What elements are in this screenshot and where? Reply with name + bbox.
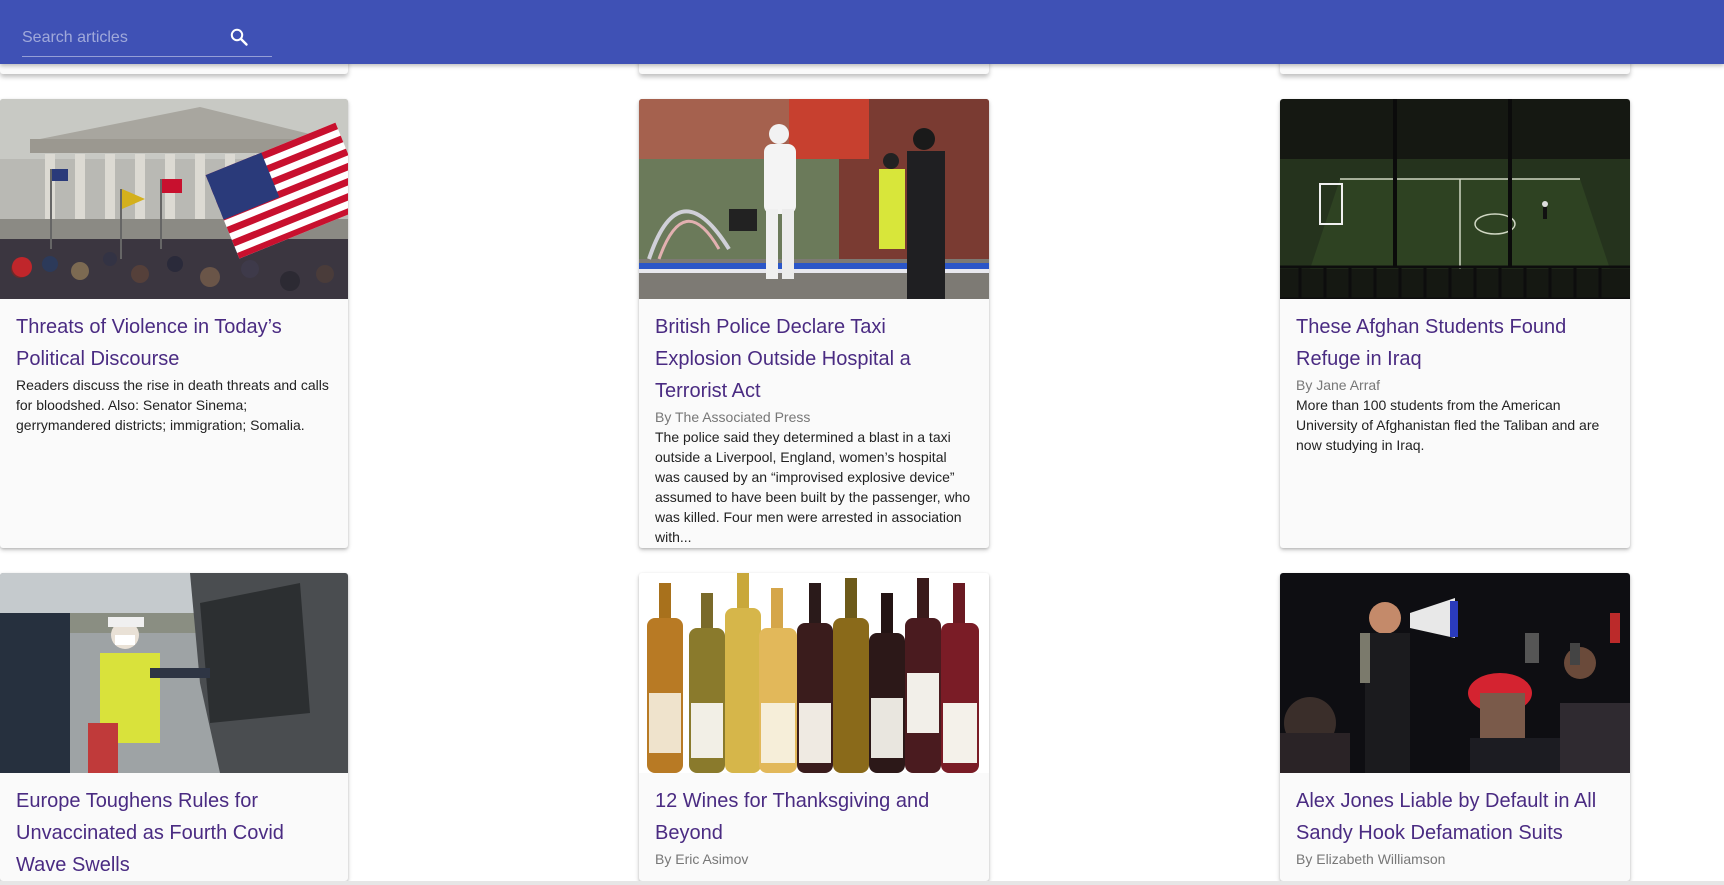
article-card-body: Europe Toughens Rules for Unvaccinated a… (16, 785, 334, 881)
article-image[interactable] (1280, 573, 1630, 773)
search-field (22, 22, 272, 57)
article-card-body: British Police Declare Taxi Explosion Ou… (655, 311, 973, 547)
article-image[interactable] (1280, 99, 1630, 299)
article-card-body: Alex Jones Liable by Default in All Sand… (1296, 785, 1614, 869)
article-card-body: 12 Wines for Thanksgiving and Beyond By … (655, 785, 973, 869)
article-byline: By Elizabeth Williamson (1296, 851, 1446, 867)
article-image[interactable] (0, 99, 348, 299)
article-card-body: These Afghan Students Found Refuge in Ir… (1296, 311, 1614, 455)
article-description: More than 100 students from the American… (1296, 397, 1600, 453)
search-icon[interactable] (227, 25, 251, 49)
article-image[interactable] (639, 99, 989, 299)
article-title[interactable]: 12 Wines for Thanksgiving and Beyond (655, 785, 973, 849)
article-title[interactable]: Threats of Violence in Today’s Political… (16, 311, 334, 375)
app-bar (0, 0, 1724, 64)
article-description: The police said they determined a blast … (655, 429, 971, 545)
article-title[interactable]: Alex Jones Liable by Default in All Sand… (1296, 785, 1614, 849)
article-byline: By The Associated Press (655, 409, 811, 425)
article-card[interactable]: Europe Toughens Rules for Unvaccinated a… (0, 573, 348, 881)
article-card[interactable]: British Police Declare Taxi Explosion Ou… (639, 99, 989, 548)
article-title[interactable]: Europe Toughens Rules for Unvaccinated a… (16, 785, 334, 881)
article-image[interactable] (639, 573, 989, 773)
article-byline: By Eric Asimov (655, 851, 749, 867)
article-description: Readers discuss the rise in death threat… (16, 377, 329, 433)
article-title[interactable]: These Afghan Students Found Refuge in Ir… (1296, 311, 1614, 375)
article-card[interactable]: Threats of Violence in Today’s Political… (0, 99, 348, 548)
article-byline: By Jane Arraf (1296, 377, 1381, 393)
article-card[interactable]: 12 Wines for Thanksgiving and Beyond By … (639, 573, 989, 881)
horizontal-scrollbar[interactable] (0, 881, 1724, 885)
article-image[interactable] (0, 573, 348, 773)
search-input[interactable] (22, 26, 222, 50)
article-title[interactable]: British Police Declare Taxi Explosion Ou… (655, 311, 973, 407)
article-card[interactable]: Alex Jones Liable by Default in All Sand… (1280, 573, 1630, 881)
article-card-body: Threats of Violence in Today’s Political… (16, 311, 334, 435)
article-card[interactable]: These Afghan Students Found Refuge in Ir… (1280, 99, 1630, 548)
